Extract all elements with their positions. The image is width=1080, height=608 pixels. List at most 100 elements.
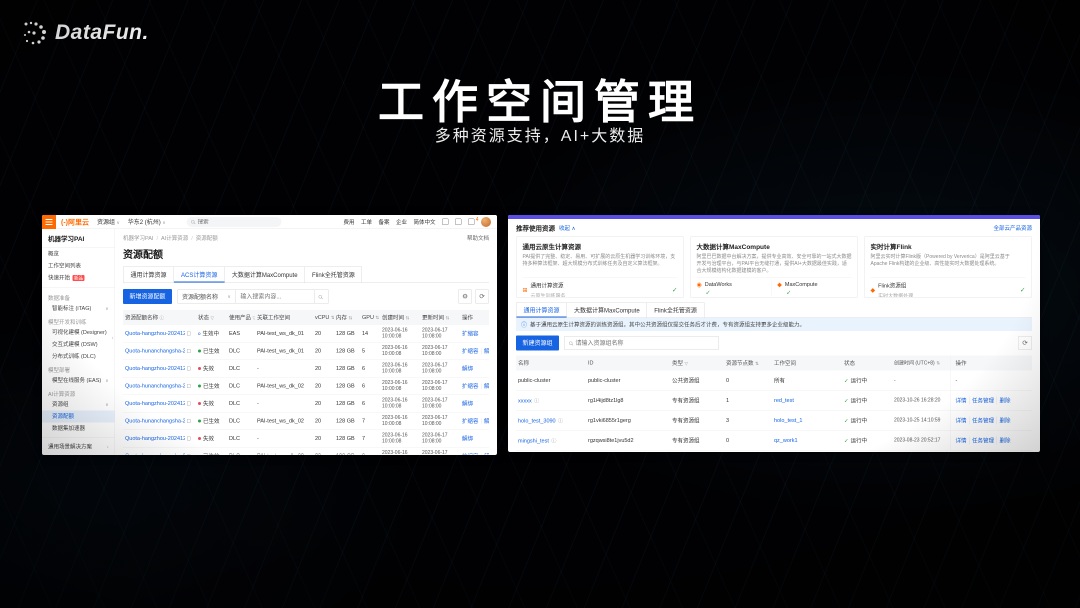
sort-icon[interactable]: ⇅ [349, 316, 353, 321]
column-settings-button[interactable]: ⚙ [458, 290, 472, 304]
tab-flink[interactable]: Flink全托管资源 [305, 267, 363, 283]
sidebar-item-resource-groups[interactable]: 资源组∨ [42, 399, 115, 411]
sort-icon[interactable]: ⇅ [755, 361, 759, 366]
add-quota-button[interactable]: 新增资源配额 [123, 289, 172, 304]
collapse-link[interactable]: 收起 ∧ [559, 224, 576, 232]
scale-action-link[interactable]: 扩缩容 [462, 419, 479, 425]
details-action-link[interactable]: 详情 [956, 396, 967, 404]
sidebar-item-dsw[interactable]: 交互式建模 (DSW) [42, 339, 115, 351]
sidebar-item-itag[interactable]: 智能标注 (iTAG)∨ [42, 303, 115, 315]
breadcrumb-item[interactable]: 机器学习PAI [123, 234, 153, 242]
sidebar-item-designer[interactable]: 可视化建模 (Designer) [42, 327, 115, 339]
quota-search-input[interactable] [240, 293, 305, 300]
sort-icon[interactable]: ⇅ [406, 316, 410, 321]
scale-action-link[interactable]: 扩缩容 [462, 454, 479, 455]
refresh-button[interactable]: ⟳ [475, 290, 489, 304]
filter-icon[interactable]: ▽ [685, 361, 688, 366]
delete-action-link[interactable]: 删除 [997, 436, 1011, 444]
unbind-action-link[interactable]: 解绑 [462, 401, 473, 407]
sidebar-item-quickstart[interactable]: 快速开始新品 [42, 272, 115, 284]
resource-group-search-input[interactable] [576, 340, 711, 347]
scale-action-link[interactable]: 扩缩容 [462, 349, 479, 355]
quota-name-link[interactable]: Quota-hangzhou-20241222... [125, 331, 185, 337]
sidebar-item-dlc[interactable]: 分布式训练 (DLC) [42, 351, 115, 363]
quota-search[interactable] [236, 290, 315, 304]
unbind-action-link[interactable]: 解绑 [462, 436, 473, 442]
sidebar-item-workspaces[interactable]: 工作空间列表 [42, 260, 115, 272]
quota-name-link[interactable]: Quota-hangzhou-20241222... [125, 401, 185, 407]
task-mgmt-action-link[interactable]: 任务管理 [969, 396, 994, 404]
filter-dropdown[interactable]: 资源配额名称∨ [177, 290, 236, 304]
quota-name-link[interactable]: Quota-hunanchangsha-202... [125, 383, 185, 389]
sort-icon[interactable]: ⇅ [936, 360, 940, 365]
refresh-button[interactable]: ⟳ [1018, 336, 1032, 350]
quota-name-link[interactable]: Quota-hunanchangsha-202... [125, 348, 185, 354]
region-menu[interactable]: 华东2 (杭州)∨ [128, 218, 166, 227]
avatar[interactable] [481, 217, 491, 227]
tab-general-compute[interactable]: 通用计算资源 [516, 303, 567, 318]
task-mgmt-action-link[interactable]: 任务管理 [969, 436, 994, 444]
quota-name-link[interactable]: Quota-hangzhou-20241222... [125, 436, 185, 442]
nav-billing[interactable]: 费用 [344, 218, 355, 226]
scale-action-link[interactable]: 扩缩容 [462, 384, 479, 390]
details-action-link[interactable]: 详情 [956, 436, 967, 444]
resource-group-search[interactable] [564, 336, 719, 350]
sidebar-collapse-handle[interactable]: ‹ [112, 335, 114, 341]
copy-icon[interactable] [187, 367, 191, 371]
sort-icon[interactable]: ⇅ [446, 316, 450, 321]
aliyun-logo[interactable]: (-)阿里云 [61, 217, 89, 227]
hamburger-menu-icon[interactable] [42, 215, 56, 229]
all-cloud-products-link[interactable]: 全部云产品资源 [994, 224, 1033, 232]
resource-group-name-link[interactable]: xxxxx [518, 398, 532, 404]
workspace-link[interactable]: holo_test_1 [774, 417, 802, 423]
unbind-action-link[interactable]: 解绑 [481, 349, 489, 355]
copy-icon[interactable] [187, 349, 191, 353]
resource-group-name-link[interactable]: mingshi_test [518, 438, 549, 444]
tab-general-compute[interactable]: 通用计算资源 [123, 267, 174, 283]
sidebar-item-eas[interactable]: 模型在线服务 (EAS)∨ [42, 375, 115, 387]
help-doc-link[interactable]: 帮助文档 [467, 234, 489, 242]
quota-name-link[interactable]: Quota-hunanchangsha-202... [125, 418, 185, 424]
workspace-link[interactable]: red_test [774, 397, 794, 403]
copy-icon[interactable] [187, 402, 191, 406]
task-mgmt-action-link[interactable]: 任务管理 [969, 416, 994, 424]
nav-language[interactable]: 简体中文 [414, 218, 436, 226]
copy-icon[interactable] [187, 419, 191, 423]
nav-ticket[interactable]: 工单 [361, 218, 372, 226]
workspace-link[interactable]: qz_work1 [774, 437, 798, 443]
copy-icon[interactable] [187, 332, 191, 336]
unbind-action-link[interactable]: 解绑 [481, 419, 489, 425]
sidebar-item-industry-solutions[interactable]: 行业场景解决方案› [42, 453, 115, 455]
sidebar-item-dataset-accelerator[interactable]: 数据集加速器 [42, 423, 115, 435]
global-search[interactable] [187, 217, 282, 227]
sidebar-item-resource-quota[interactable]: 资源配额 [42, 411, 115, 423]
details-action-link[interactable]: 详情 [956, 416, 967, 424]
resource-group-name-link[interactable]: holo_test_3090 [518, 418, 556, 424]
sort-icon[interactable]: ⇅ [375, 315, 379, 320]
breadcrumb-item[interactable]: AI计算资源 [153, 234, 188, 242]
cart-icon[interactable]: 4 [468, 219, 475, 226]
chat-icon[interactable] [442, 219, 449, 226]
unbind-action-link[interactable]: 解绑 [462, 366, 473, 372]
notification-icon[interactable] [455, 219, 462, 226]
sidebar-item-general-solutions[interactable]: 通用场景解决方案› [42, 441, 115, 453]
unbind-action-link[interactable]: 解绑 [481, 454, 489, 455]
unbind-action-link[interactable]: 解绑 [481, 384, 489, 390]
card-general-native-compute[interactable]: 通用云原生计算资源 PAI提供了完整、稳定、易用、可扩展的云原生机器学习训练环境… [516, 237, 684, 298]
resource-group-menu[interactable]: 资源组∨ [97, 218, 120, 227]
tab-maxcompute[interactable]: 大数据计算MaxCompute [224, 267, 305, 283]
tab-acs-compute[interactable]: ACS计算资源 [174, 267, 225, 283]
delete-action-link[interactable]: 删除 [997, 396, 1011, 404]
copy-icon[interactable] [187, 384, 191, 388]
scale-action-link[interactable]: 扩缩容 [462, 331, 479, 337]
quota-name-link[interactable]: Quota-hangzhou-20241222... [125, 366, 185, 372]
quota-name-link[interactable]: Quota-hunanchangsha-202... [125, 453, 185, 454]
card-flink[interactable]: 实时计算Flink 阿里云实时计算Flink版（Powered by Verve… [864, 237, 1032, 298]
filter-icon[interactable]: ▽ [211, 316, 214, 321]
tab-maxcompute[interactable]: 大数据计算MaxCompute [567, 303, 648, 318]
sidebar-item-overview[interactable]: 概览 [42, 248, 115, 260]
card-maxcompute[interactable]: 大数据计算MaxCompute 阿里巴巴数据中台解决方案，提供专业高效、安全可靠… [690, 237, 858, 298]
nav-icp[interactable]: 备案 [379, 218, 390, 226]
delete-action-link[interactable]: 删除 [997, 416, 1011, 424]
tab-flink[interactable]: Flink全托管资源 [647, 303, 705, 318]
